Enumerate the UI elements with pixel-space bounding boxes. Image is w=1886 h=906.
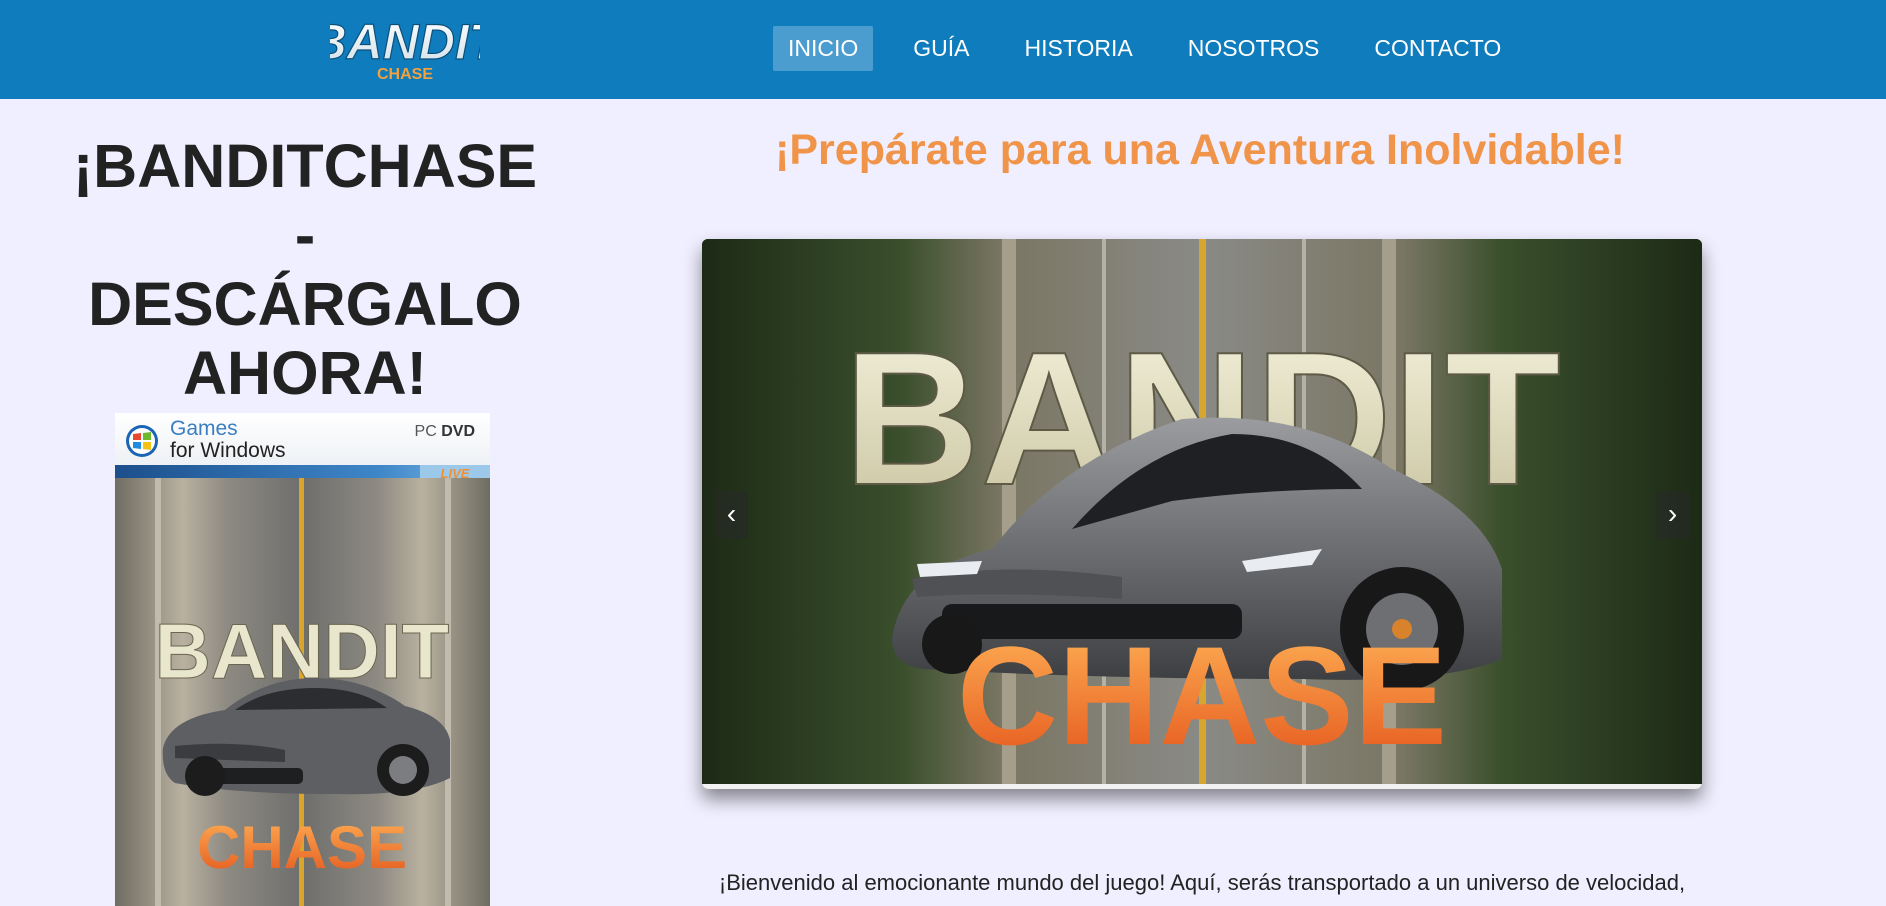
chevron-right-icon[interactable]: › [1656, 491, 1689, 539]
main-nav: INICIO GUÍA HISTORIA NOSOTROS CONTACTO [773, 26, 1541, 71]
site-logo[interactable]: BANDIT CHASE [330, 14, 480, 84]
nav-historia[interactable]: HISTORIA [1010, 26, 1148, 71]
game-box-cover[interactable]: Games for Windows PC DVD LIVE BANDIT CHA… [115, 413, 490, 906]
intro-paragraph: ¡Bienvenido al emocionante mundo del jue… [718, 870, 1686, 895]
gfw-games-text: Games [170, 417, 238, 440]
logo-text-chase: CHASE [377, 66, 433, 83]
navbar: BANDIT CHASE INICIO GUÍA HISTORIA NOSOTR… [0, 0, 1886, 99]
download-title: ¡BANDITCHASE - DESCÁRGALO AHORA! [40, 132, 570, 408]
hero-headline: ¡Prepárate para una Aventura Inolvidable… [775, 126, 1625, 174]
bandit-chase-logo: BANDIT CHASE [330, 14, 480, 83]
download-title-line-3: DESCÁRGALO [88, 270, 522, 338]
nav-guia[interactable]: GUÍA [898, 26, 984, 71]
download-title-line-2: - [294, 201, 316, 269]
nav-nosotros[interactable]: NOSOTROS [1173, 26, 1335, 71]
carousel-bottom-edge [702, 784, 1702, 789]
download-title-line-1: ¡BANDITCHASE [72, 132, 538, 200]
pc-label: PC [414, 423, 437, 440]
nav-inicio[interactable]: INICIO [773, 26, 874, 71]
download-title-line-4: AHORA! [183, 339, 427, 407]
carousel-slide-image: BANDIT CHASE [702, 239, 1702, 784]
chevron-left-icon[interactable]: ‹ [715, 491, 748, 539]
image-carousel: BANDIT CHASE ‹ › [702, 239, 1702, 789]
pc-dvd-label: PC DVD [415, 423, 475, 441]
dvd-label: DVD [441, 423, 475, 440]
cover-art-subtitle: CHASE [197, 814, 407, 881]
cover-artwork: BANDIT CHASE [115, 478, 490, 906]
logo-text-bandit: BANDIT [330, 14, 480, 70]
gfw-windows-text: for Windows [170, 439, 286, 462]
slide-subtitle: CHASE [957, 617, 1447, 774]
nav-contacto[interactable]: CONTACTO [1359, 26, 1516, 71]
windows-flag-icon [126, 425, 158, 457]
games-for-windows-header: Games for Windows PC DVD [115, 413, 490, 465]
